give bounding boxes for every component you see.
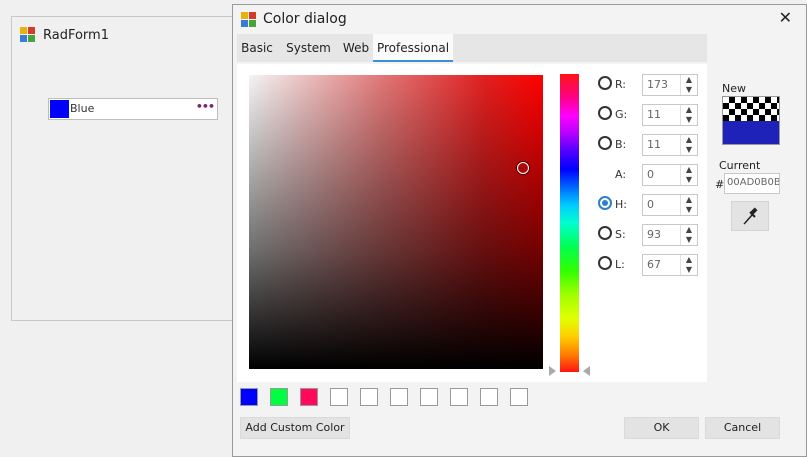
spin-g[interactable]: 11 ▲ ▼ bbox=[642, 104, 698, 126]
spin-a-up-icon[interactable]: ▲ bbox=[681, 165, 697, 175]
radio-s[interactable] bbox=[598, 226, 612, 240]
custom-color-swatch[interactable] bbox=[390, 388, 408, 406]
add-custom-color-button[interactable]: Add Custom Color bbox=[240, 417, 350, 439]
custom-color-swatch[interactable] bbox=[360, 388, 378, 406]
tab-web[interactable]: Web bbox=[340, 34, 372, 62]
new-color-preview bbox=[722, 96, 780, 145]
spin-a-down-icon[interactable]: ▼ bbox=[681, 175, 697, 185]
radio-b[interactable] bbox=[598, 136, 612, 150]
spin-l-down-icon[interactable]: ▼ bbox=[681, 265, 697, 275]
tab-strip: Basic System Web Professional bbox=[237, 34, 707, 62]
custom-color-swatch[interactable] bbox=[420, 388, 438, 406]
spin-a-value: 0 bbox=[647, 168, 654, 181]
hue-slider-right-arrow-icon[interactable] bbox=[583, 366, 590, 376]
spin-b-up-icon[interactable]: ▲ bbox=[681, 135, 697, 145]
close-icon[interactable]: ✕ bbox=[779, 8, 792, 27]
spin-l-value: 67 bbox=[647, 258, 661, 271]
new-color-label: New bbox=[722, 82, 746, 95]
tab-professional[interactable]: Professional bbox=[373, 34, 453, 62]
spin-l[interactable]: 67 ▲ ▼ bbox=[642, 254, 698, 276]
app-icon bbox=[20, 27, 36, 43]
channel-label-s: S: bbox=[615, 228, 626, 241]
spin-r-value: 173 bbox=[647, 78, 668, 91]
custom-color-swatch[interactable] bbox=[240, 388, 258, 406]
saturation-lightness-field[interactable] bbox=[249, 75, 543, 369]
cancel-button[interactable]: Cancel bbox=[705, 417, 780, 439]
channel-label-a: A: bbox=[615, 168, 627, 181]
spin-s-down-icon[interactable]: ▼ bbox=[681, 235, 697, 245]
custom-color-swatch[interactable] bbox=[450, 388, 468, 406]
radio-g[interactable] bbox=[598, 106, 612, 120]
hex-color-input[interactable]: 00AD0B0B bbox=[724, 173, 780, 194]
professional-panel: R: 173 ▲ ▼ G: 11 ▲ ▼ B: 11 ▲ ▼ A: 0 ▲ ▼ H: 0… bbox=[237, 64, 707, 382]
color-editor-swatch bbox=[50, 100, 69, 118]
spin-r-up-icon[interactable]: ▲ bbox=[681, 75, 697, 85]
dialog-icon bbox=[241, 12, 257, 28]
transparency-checker bbox=[723, 97, 779, 121]
spin-h-down-icon[interactable]: ▼ bbox=[681, 205, 697, 215]
ok-button[interactable]: OK bbox=[624, 417, 699, 439]
eyedropper-icon bbox=[743, 207, 758, 225]
picker-cursor[interactable] bbox=[517, 162, 529, 174]
spin-a[interactable]: 0 ▲ ▼ bbox=[642, 164, 698, 186]
channel-label-g: G: bbox=[615, 108, 628, 121]
spin-s-value: 93 bbox=[647, 228, 661, 241]
custom-color-swatch[interactable] bbox=[270, 388, 288, 406]
color-editor-value: Blue bbox=[70, 102, 95, 115]
spin-h-up-icon[interactable]: ▲ bbox=[681, 195, 697, 205]
radio-l[interactable] bbox=[598, 256, 612, 270]
spin-g-value: 11 bbox=[647, 108, 661, 121]
channel-label-l: L: bbox=[615, 258, 625, 271]
spin-h-value: 0 bbox=[647, 198, 654, 211]
eyedropper-button[interactable] bbox=[731, 201, 769, 231]
spin-l-up-icon[interactable]: ▲ bbox=[681, 255, 697, 265]
radio-h[interactable] bbox=[598, 196, 612, 210]
color-dialog: Color dialog ✕ Basic System Web Professi… bbox=[232, 4, 807, 457]
tab-system[interactable]: System bbox=[277, 34, 340, 62]
channel-label-b: B: bbox=[615, 138, 627, 151]
dialog-title: Color dialog bbox=[263, 11, 347, 27]
custom-color-swatch[interactable] bbox=[510, 388, 528, 406]
spin-b[interactable]: 11 ▲ ▼ bbox=[642, 134, 698, 156]
spin-b-value: 11 bbox=[647, 138, 661, 151]
spin-s[interactable]: 93 ▲ ▼ bbox=[642, 224, 698, 246]
radio-r[interactable] bbox=[598, 76, 612, 90]
spin-s-up-icon[interactable]: ▲ bbox=[681, 225, 697, 235]
spin-b-down-icon[interactable]: ▼ bbox=[681, 145, 697, 155]
spin-h[interactable]: 0 ▲ ▼ bbox=[642, 194, 698, 216]
custom-color-swatch[interactable] bbox=[300, 388, 318, 406]
hue-slider-left-arrow-icon[interactable] bbox=[549, 366, 556, 376]
new-color-fill bbox=[723, 121, 779, 144]
spin-r-down-icon[interactable]: ▼ bbox=[681, 85, 697, 95]
custom-color-swatch[interactable] bbox=[480, 388, 498, 406]
channel-label-r: R: bbox=[615, 78, 627, 91]
custom-color-swatch[interactable] bbox=[330, 388, 348, 406]
channel-label-h: H: bbox=[615, 198, 627, 211]
spin-g-down-icon[interactable]: ▼ bbox=[681, 115, 697, 125]
form-title: RadForm1 bbox=[43, 28, 109, 43]
spin-r[interactable]: 173 ▲ ▼ bbox=[642, 74, 698, 96]
spin-g-up-icon[interactable]: ▲ bbox=[681, 105, 697, 115]
hue-slider[interactable] bbox=[560, 74, 579, 372]
current-color-label: Current bbox=[719, 159, 761, 172]
hex-hash-label: # bbox=[715, 178, 725, 191]
radform-window: RadForm1 Blue ••• bbox=[11, 16, 241, 321]
tab-basic[interactable]: Basic bbox=[237, 34, 277, 62]
color-editor[interactable]: Blue ••• bbox=[48, 98, 218, 120]
ellipsis-button[interactable]: ••• bbox=[196, 100, 215, 113]
